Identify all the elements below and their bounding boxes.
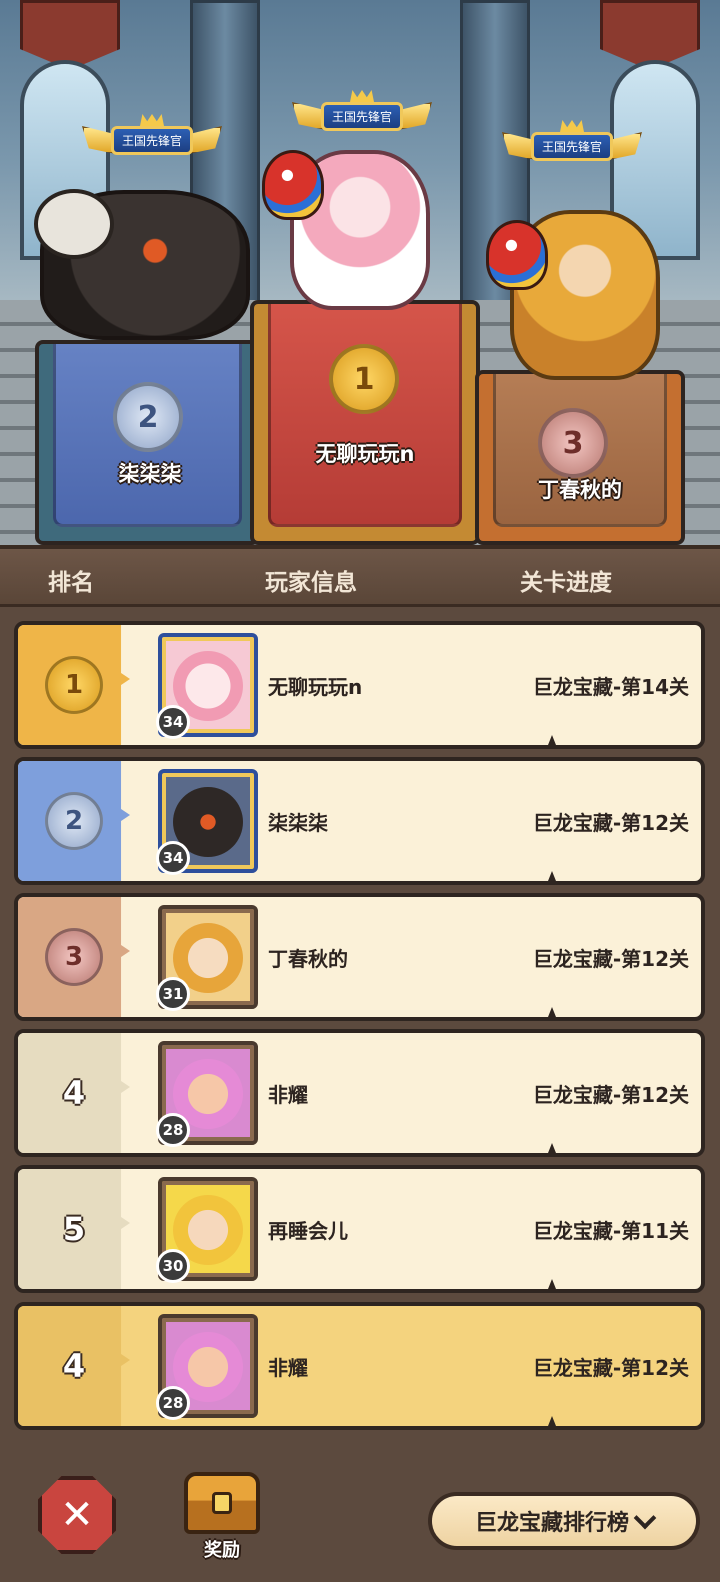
title-badge-second: 王国先锋官 — [82, 114, 222, 160]
leaderboard-header: 排名 玩家信息 关卡进度 — [0, 545, 720, 607]
rank-cell: 5 — [18, 1169, 130, 1289]
player-avatar[interactable]: 28 — [156, 1041, 258, 1147]
stage-progress: 巨龙宝藏-第11关 — [532, 1219, 689, 1243]
leaderboard-row[interactable]: 5 30 再睡会儿 巨龙宝藏-第11关 — [14, 1165, 705, 1293]
title-badge-third: 王国先锋官 — [502, 120, 642, 166]
leaderboard-row[interactable]: 2 34 柒柒柒 巨龙宝藏-第12关 — [14, 757, 705, 885]
rank-cell: 4 — [18, 1033, 130, 1153]
rank-1-medal-icon: 1 — [329, 344, 399, 414]
stage-progress: 巨龙宝藏-第12关 — [532, 811, 689, 835]
reward-button[interactable]: 奖励 — [180, 1472, 264, 1564]
rank-2-medal-icon: 2 — [45, 792, 103, 850]
player-name: 非耀 — [268, 1356, 308, 1380]
reward-label: 奖励 — [204, 1540, 240, 1561]
parrot-pet-icon — [262, 150, 324, 220]
player-name: 丁春秋的 — [268, 947, 348, 971]
rank-1-medal-icon: 1 — [45, 656, 103, 714]
rank-cell: 4 — [18, 1306, 130, 1426]
player-level-badge: 34 — [156, 841, 190, 875]
leaderboard-select-label: 巨龙宝藏排行榜 — [474, 1511, 629, 1536]
rank-cell: 3 — [18, 897, 130, 1017]
header-player-info: 玩家信息 — [265, 570, 357, 596]
my-rank-row[interactable]: 4 28 非耀 巨龙宝藏-第12关 — [14, 1302, 705, 1430]
player-level-badge: 34 — [156, 705, 190, 739]
player-name: 柒柒柒 — [268, 811, 328, 835]
leaderboard-row[interactable]: 1 34 无聊玩玩n 巨龙宝藏-第14关 — [14, 621, 705, 749]
panda-pet-icon — [34, 189, 114, 259]
title-badge-first: 王国先锋官 — [292, 90, 432, 136]
stage-progress: 巨龙宝藏-第14关 — [532, 675, 689, 699]
treasure-chest-icon — [184, 1472, 260, 1534]
player-avatar[interactable]: 28 — [156, 1314, 258, 1420]
player-name: 非耀 — [268, 1083, 308, 1107]
rank-3-medal-icon: 3 — [538, 408, 608, 478]
player-avatar[interactable]: 30 — [156, 1177, 258, 1283]
rank-number: 4 — [62, 1074, 86, 1112]
player-level-badge: 28 — [156, 1113, 190, 1147]
parrot-pet-icon — [486, 220, 548, 290]
rank-2-medal-icon: 2 — [113, 382, 183, 452]
rank-cell: 1 — [18, 625, 130, 745]
player-avatar[interactable]: 34 — [156, 633, 258, 739]
podium-first-name: 无聊玩玩n — [315, 442, 415, 466]
close-icon: ✕ — [60, 1492, 94, 1538]
title-badge-text: 王国先锋官 — [110, 125, 193, 155]
player-level-badge: 28 — [156, 1386, 190, 1420]
podium-scene: 王国先锋官 王国先锋官 王国先锋官 2 柒柒柒 1 无聊玩玩n 3 丁春秋的 — [0, 0, 720, 545]
podium-third-name: 丁春秋的 — [538, 478, 622, 502]
player-avatar[interactable]: 34 — [156, 769, 258, 875]
player-name: 无聊玩玩n — [268, 675, 363, 699]
header-stage-progress: 关卡进度 — [520, 570, 612, 596]
rank-cell: 2 — [18, 761, 130, 881]
player-level-badge: 30 — [156, 1249, 190, 1283]
title-badge-text: 王国先锋官 — [320, 101, 403, 131]
chevron-down-icon — [633, 1506, 657, 1530]
player-name: 再睡会儿 — [268, 1219, 348, 1243]
leaderboard-row[interactable]: 3 31 丁春秋的 巨龙宝藏-第12关 — [14, 893, 705, 1021]
rank-number: 4 — [62, 1347, 86, 1385]
lava-golem-character[interactable] — [34, 189, 250, 340]
leaderboard-select-dropdown[interactable]: 巨龙宝藏排行榜 — [428, 1492, 700, 1550]
header-rank: 排名 — [48, 570, 94, 596]
leaderboard-row[interactable]: 4 28 非耀 巨龙宝藏-第12关 — [14, 1029, 705, 1157]
rank-3-medal-icon: 3 — [45, 928, 103, 986]
title-badge-text: 王国先锋官 — [530, 131, 613, 161]
stage-progress: 巨龙宝藏-第12关 — [532, 1356, 689, 1380]
rank-number: 5 — [62, 1210, 86, 1248]
podium-first[interactable] — [250, 300, 480, 545]
player-level-badge: 31 — [156, 977, 190, 1011]
stage-progress: 巨龙宝藏-第12关 — [532, 1083, 689, 1107]
stage-progress: 巨龙宝藏-第12关 — [532, 947, 689, 971]
player-avatar[interactable]: 31 — [156, 905, 258, 1011]
podium-second-name: 柒柒柒 — [118, 462, 182, 486]
